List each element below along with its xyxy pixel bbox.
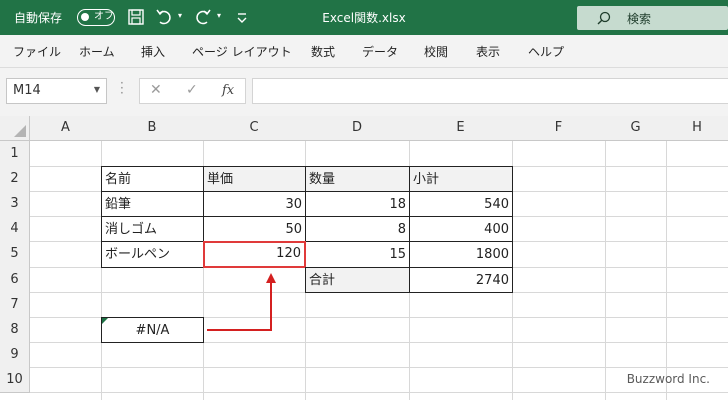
chevron-down-icon[interactable]: ▼ <box>94 85 100 94</box>
tab-insert[interactable]: 挿入 <box>141 43 165 60</box>
arrow-path <box>207 281 272 331</box>
redo-icon[interactable] <box>193 7 213 27</box>
name-box[interactable]: M14 ▼ <box>6 78 107 104</box>
arrow-head <box>266 273 276 283</box>
tab-review[interactable]: 校閲 <box>424 43 448 60</box>
tab-home[interactable]: ホーム <box>79 43 115 60</box>
autosave-toggle[interactable]: オフ <box>77 9 115 26</box>
formula-input[interactable] <box>252 78 728 104</box>
undo-icon[interactable] <box>154 7 174 27</box>
toggle-knob <box>81 13 89 21</box>
save-icon[interactable] <box>126 7 146 27</box>
watermark: Buzzword Inc. <box>626 372 710 386</box>
ribbon-tabs: ファイル ホーム 挿入 ページ レイアウト 数式 データ 校閲 表示 ヘルプ <box>0 35 728 68</box>
cancel-icon[interactable]: ✕ <box>150 82 162 98</box>
undo-dropdown-icon[interactable]: ▾ <box>178 11 182 20</box>
formula-buttons: ✕ ✓ fx <box>139 78 246 104</box>
search-box[interactable]: 検索 <box>577 6 728 30</box>
search-icon <box>597 11 611 25</box>
insert-function-icon[interactable]: fx <box>222 83 234 98</box>
confirm-icon[interactable]: ✓ <box>186 82 198 98</box>
tab-help[interactable]: ヘルプ <box>528 43 564 60</box>
tab-formulas[interactable]: 数式 <box>311 43 335 60</box>
tab-data[interactable]: データ <box>362 43 398 60</box>
customize-toolbar-icon[interactable] <box>232 7 252 27</box>
name-box-value: M14 <box>13 83 41 98</box>
tab-file[interactable]: ファイル <box>13 43 61 60</box>
tab-page-layout[interactable]: ページ レイアウト <box>192 43 292 60</box>
excel-window: 自動保存 オフ ▾ ▾ Excel関数.xlsx 検索 ファイル ホーム 挿入 … <box>0 0 728 400</box>
redo-dropdown-icon[interactable]: ▾ <box>217 11 221 20</box>
autosave-label: 自動保存 <box>14 11 63 25</box>
tab-view[interactable]: 表示 <box>476 43 500 60</box>
search-placeholder: 検索 <box>627 12 652 26</box>
title-bar: 自動保存 オフ ▾ ▾ Excel関数.xlsx 検索 <box>0 0 728 35</box>
formula-bar: M14 ▼ · · · ✕ ✓ fx <box>0 68 728 116</box>
drag-handle-icon[interactable]: · · · <box>120 77 124 99</box>
worksheet-grid: A B C D E F G H 1 2 3 4 5 6 7 8 9 10 名前 … <box>0 116 728 400</box>
autosave-state: オフ <box>94 11 114 22</box>
annotation-arrow <box>207 273 276 331</box>
